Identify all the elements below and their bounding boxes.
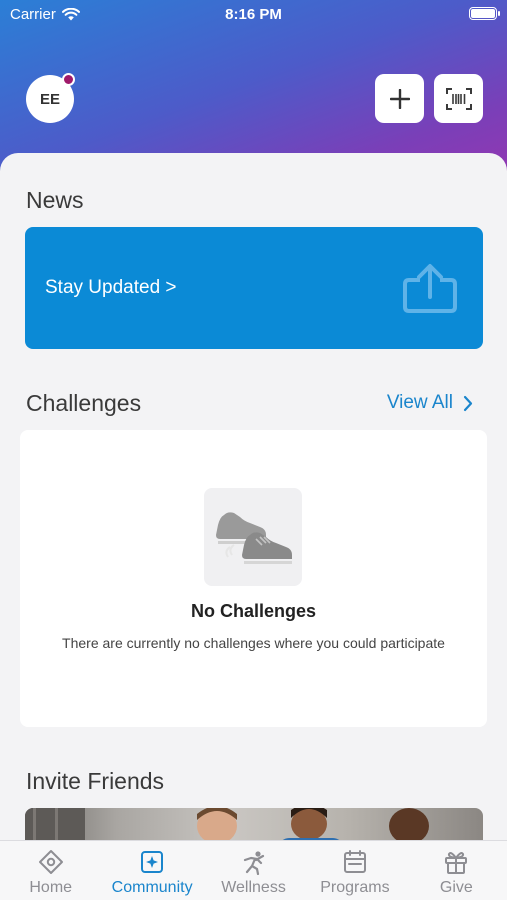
tab-home-label: Home (29, 879, 73, 896)
battery-icon (469, 7, 500, 20)
tab-programs-label: Programs (320, 879, 390, 896)
avatar-initials: EE (39, 90, 60, 108)
give-icon (445, 852, 468, 874)
tab-programs[interactable]: Programs (304, 841, 405, 900)
content-sheet: News Stay Updated > Challenges View All … (0, 153, 507, 853)
status-time: 8:16 PM (225, 6, 282, 23)
sneakers-icon (216, 512, 292, 564)
challenges-empty-card: No Challenges There are currently no cha… (20, 430, 487, 727)
tab-community[interactable]: Community (101, 841, 202, 900)
chevron-right-icon (463, 395, 473, 411)
scan-button[interactable] (434, 74, 483, 123)
home-icon (38, 850, 63, 874)
invite-friends-heading: Invite Friends (26, 768, 165, 794)
challenges-heading: Challenges (26, 390, 142, 416)
share-icon (403, 264, 457, 313)
add-button[interactable] (375, 74, 424, 123)
wellness-icon (243, 851, 264, 875)
tab-home[interactable]: Home (0, 841, 101, 900)
programs-icon (343, 850, 366, 873)
empty-state-description: There are currently no challenges where … (62, 635, 445, 651)
community-icon (141, 851, 164, 873)
notification-badge (62, 73, 75, 86)
tab-give-label: Give (439, 879, 473, 896)
view-all-label: View All (386, 392, 453, 413)
status-bar: Carrier 8:16 PM (0, 0, 507, 28)
tab-wellness[interactable]: Wellness (203, 841, 304, 900)
news-card-label: Stay Updated > (45, 277, 177, 298)
tab-wellness-label: Wellness (221, 879, 286, 896)
plus-icon (389, 88, 410, 109)
view-all-link[interactable]: View All (387, 392, 473, 414)
tab-community-label: Community (111, 879, 193, 896)
news-heading: News (26, 187, 84, 213)
empty-state-title: No Challenges (190, 601, 317, 621)
news-card[interactable]: Stay Updated > (25, 227, 483, 349)
tab-bar: Home Community Wellness Programs Give (0, 840, 507, 900)
empty-illustration (204, 488, 302, 586)
barcode-scan-icon (445, 87, 472, 110)
tab-give[interactable]: Give (406, 841, 507, 900)
